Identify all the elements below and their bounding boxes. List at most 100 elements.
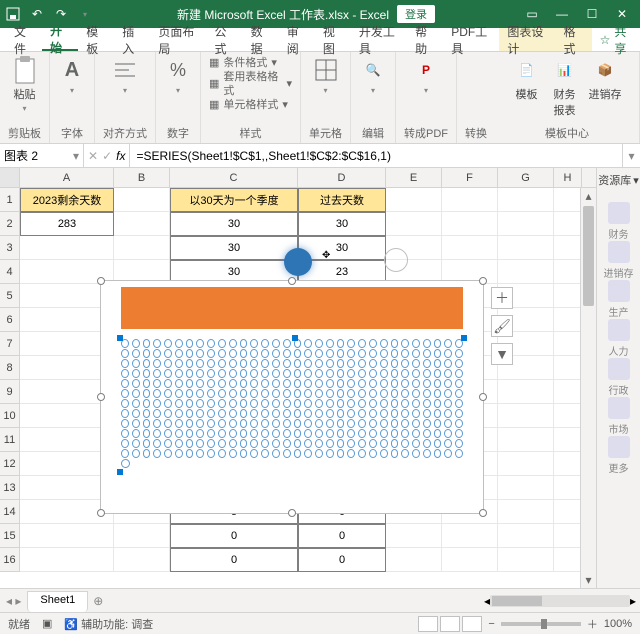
row-header[interactable]: 11 (0, 428, 20, 452)
cell-H9[interactable] (554, 380, 582, 404)
table-format-button[interactable]: ▦ 套用表格格式 ▾ (209, 70, 292, 98)
tab-dev[interactable]: 开发工具 (351, 28, 407, 51)
enter-icon[interactable]: ✓ (102, 149, 112, 163)
zoom-out-button[interactable]: − (488, 618, 494, 630)
sheet-tab[interactable]: Sheet1 (27, 591, 88, 612)
horizontal-scrollbar[interactable]: ◂ ▸ (480, 589, 640, 612)
cell-H12[interactable] (554, 452, 582, 476)
conditional-format-button[interactable]: ▦ 条件格式 ▾ (209, 56, 292, 70)
tab-help[interactable]: 帮助 (407, 28, 443, 51)
tab-layout[interactable]: 页面布局 (150, 28, 206, 51)
resize-handle[interactable] (479, 509, 487, 517)
plot-area[interactable] (107, 287, 477, 507)
col-header[interactable]: C (170, 168, 298, 187)
cell-D1[interactable]: 过去天数 (298, 188, 386, 212)
tab-view[interactable]: 视图 (315, 28, 351, 51)
cell-A1[interactable]: 2023剩余天数 (20, 188, 114, 212)
cell-E15[interactable] (386, 524, 442, 548)
cancel-icon[interactable]: ✕ (88, 149, 98, 163)
cell-E2[interactable] (386, 212, 442, 236)
row-header[interactable]: 14 (0, 500, 20, 524)
scrollbar-thumb[interactable] (492, 596, 542, 606)
cell-C3[interactable]: 30 (170, 236, 298, 260)
tab-formula[interactable]: 公式 (207, 28, 243, 51)
chevron-down-icon[interactable]: ▾ (73, 149, 79, 163)
cell-B2[interactable] (114, 212, 170, 236)
scroll-right-icon[interactable]: ▸ (630, 594, 636, 608)
cell-D2[interactable]: 30 (298, 212, 386, 236)
zoom-slider[interactable] (501, 622, 581, 626)
finance-button[interactable]: 📊财务 报表 (551, 56, 579, 118)
row-header[interactable]: 3 (0, 236, 20, 260)
cell-G10[interactable] (498, 404, 554, 428)
resource-header[interactable]: 资源库 ▾ (598, 172, 639, 188)
scroll-up-icon[interactable]: ▴ (581, 188, 596, 204)
cell-C2[interactable]: 30 (170, 212, 298, 236)
row-header[interactable]: 6 (0, 308, 20, 332)
select-all-corner[interactable] (0, 168, 20, 187)
cell-G2[interactable] (498, 212, 554, 236)
cell-G16[interactable] (498, 548, 554, 572)
tab-insert[interactable]: 插入 (114, 28, 150, 51)
fx-icon[interactable]: fx (116, 149, 125, 163)
vertical-scrollbar[interactable]: ▴ ▾ (580, 188, 596, 588)
cell-F3[interactable] (442, 236, 498, 260)
accessibility-status[interactable]: ♿ 辅助功能: 调查 (64, 616, 153, 632)
qat-dropdown-icon[interactable]: ▾ (76, 5, 94, 23)
zoom-level[interactable]: 100% (604, 618, 632, 630)
col-header[interactable]: A (20, 168, 114, 187)
resource-item[interactable]: 更多 (604, 436, 634, 475)
cell-H5[interactable] (554, 284, 582, 308)
cell-F2[interactable] (442, 212, 498, 236)
undo-icon[interactable]: ↶ (28, 5, 46, 23)
tab-data[interactable]: 数据 (243, 28, 279, 51)
cell-E1[interactable] (386, 188, 442, 212)
cell-C1[interactable]: 以30天为一个季度 (170, 188, 298, 212)
cell-G15[interactable] (498, 524, 554, 548)
align-dropdown[interactable]: ▾ (111, 56, 139, 95)
cell-C16[interactable]: 0 (170, 548, 298, 572)
name-box[interactable]: 图表 2▾ (0, 144, 84, 167)
cell-B3[interactable] (114, 236, 170, 260)
row-header[interactable]: 15 (0, 524, 20, 548)
inventory-button[interactable]: 📦进销存 (589, 56, 622, 118)
zoom-in-button[interactable]: ＋ (587, 616, 598, 632)
series-selection-handle[interactable] (292, 335, 298, 341)
resource-item[interactable]: 进销存 (604, 241, 634, 280)
series-selection-handle[interactable] (117, 469, 123, 475)
cell-A16[interactable] (20, 548, 114, 572)
cell-B16[interactable] (114, 548, 170, 572)
cell-H15[interactable] (554, 524, 582, 548)
row-header[interactable]: 16 (0, 548, 20, 572)
row-header[interactable]: 13 (0, 476, 20, 500)
cell-A15[interactable] (20, 524, 114, 548)
resize-handle[interactable] (97, 509, 105, 517)
macro-record-icon[interactable]: ▣ (42, 617, 52, 630)
ribbon-options-icon[interactable]: ▭ (518, 4, 546, 24)
cell-G1[interactable] (498, 188, 554, 212)
redo-icon[interactable]: ↷ (52, 5, 70, 23)
tab-home[interactable]: 开始 (42, 28, 78, 51)
save-icon[interactable] (4, 5, 22, 23)
cell-G14[interactable] (498, 500, 554, 524)
cells-dropdown[interactable]: ▾ (312, 56, 340, 95)
cell-B1[interactable] (114, 188, 170, 212)
cell-G12[interactable] (498, 452, 554, 476)
template-button[interactable]: 📄模板 (513, 56, 541, 118)
row-header[interactable]: 9 (0, 380, 20, 404)
resource-item[interactable]: 生产 (604, 280, 634, 319)
series-selection-handle[interactable] (461, 335, 467, 341)
col-header[interactable]: E (386, 168, 442, 187)
col-header[interactable]: H (554, 168, 582, 187)
resize-handle[interactable] (288, 277, 296, 285)
col-header[interactable]: G (498, 168, 554, 187)
font-dropdown[interactable]: A▾ (58, 56, 86, 95)
tab-format[interactable]: 格式 (556, 28, 592, 51)
resource-item[interactable]: 财务 (604, 202, 634, 241)
resize-handle[interactable] (479, 277, 487, 285)
cell-H1[interactable] (554, 188, 582, 212)
scrollbar-thumb[interactable] (583, 206, 594, 306)
resource-item[interactable]: 人力 (604, 319, 634, 358)
cell-A3[interactable] (20, 236, 114, 260)
resize-handle[interactable] (97, 393, 105, 401)
